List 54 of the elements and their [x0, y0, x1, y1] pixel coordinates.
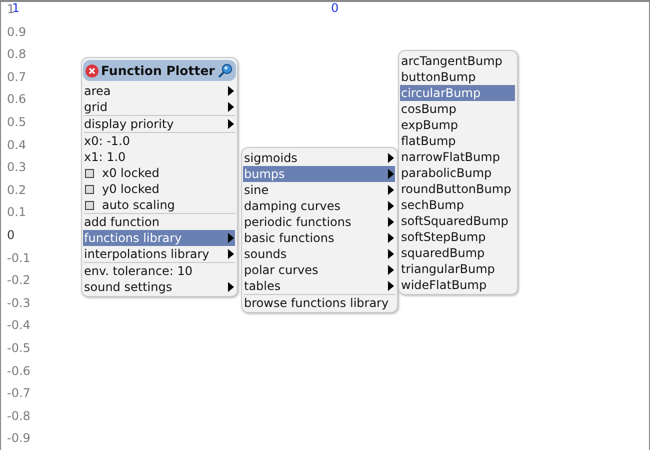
menu-item[interactable]: circularBump — [400, 85, 515, 101]
axis-label: -0.9 — [7, 431, 30, 446]
menu-item[interactable]: softSquaredBump — [400, 213, 515, 229]
menu-item[interactable]: add function — [83, 214, 235, 230]
axis-label: 0.2 — [7, 182, 26, 197]
axis-label: -0.1 — [7, 250, 30, 265]
axis-label: 0 — [331, 2, 339, 15]
menu-item[interactable]: expBump — [400, 117, 515, 133]
menu-item[interactable]: parabolicBump — [400, 165, 515, 181]
axis-label: 0.5 — [7, 114, 26, 129]
axis-label: 0.6 — [7, 92, 26, 106]
menu-item[interactable]: browse functions library — [243, 295, 395, 311]
menu-item[interactable]: arcTangentBump — [400, 53, 515, 69]
menu-item[interactable]: narrowFlatBump — [400, 149, 515, 165]
axis-label: -0.7 — [7, 386, 30, 400]
axis-label: 0.4 — [7, 138, 26, 152]
menu-item[interactable]: functions library — [83, 230, 235, 246]
axis-label: 0.8 — [7, 47, 26, 62]
axis-label: -0.8 — [7, 408, 30, 423]
menu-item[interactable]: buttonBump — [400, 69, 515, 85]
checkbox[interactable] — [85, 168, 94, 178]
menu-item[interactable]: auto scaling — [83, 197, 235, 213]
menu-item[interactable]: sound settings — [83, 279, 235, 295]
menu-item[interactable]: triangularBump — [400, 261, 515, 277]
menu-item[interactable]: softStepBump — [400, 229, 515, 245]
axis-label: -0.5 — [7, 340, 30, 355]
menu-item[interactable]: bumps — [243, 166, 395, 182]
axis-label: 0.7 — [7, 70, 26, 84]
axis-label: 0.3 — [7, 160, 26, 174]
menu-item[interactable]: x0 locked — [83, 165, 235, 181]
checkbox[interactable] — [85, 184, 94, 194]
menu-item[interactable]: squaredBump — [400, 245, 515, 261]
checkbox[interactable] — [85, 200, 94, 210]
menu-item[interactable]: cosBump — [400, 101, 515, 117]
menu-item[interactable]: y0 locked — [83, 181, 235, 197]
menu-item[interactable]: area — [83, 83, 235, 99]
menu-item[interactable]: x0: -1.0 — [83, 133, 235, 149]
menu-item[interactable]: x1: 1.0 — [83, 149, 235, 165]
axis-label: 0.1 — [7, 205, 26, 220]
menu-item[interactable]: env. tolerance: 10 — [83, 263, 235, 279]
menu-item[interactable]: sechBump — [400, 197, 515, 213]
axis-label: -0.6 — [7, 364, 30, 378]
axis-label: -0.4 — [7, 318, 30, 332]
close-icon[interactable] — [85, 64, 99, 78]
menu-item[interactable]: wideFlatBump — [400, 277, 515, 293]
axis-label: 0 — [7, 228, 15, 242]
menu-title: Function Plotter — [101, 63, 215, 78]
submenu-arrow-icon — [228, 282, 234, 292]
axis-label: -0.2 — [7, 273, 30, 288]
axis-label: -0.3 — [7, 296, 30, 310]
menu-item[interactable]: roundButtonBump — [400, 181, 515, 197]
axis-label: 0.9 — [7, 24, 26, 39]
menu-item[interactable]: flatBump — [400, 133, 515, 149]
axis-label: 1 — [12, 2, 20, 15]
